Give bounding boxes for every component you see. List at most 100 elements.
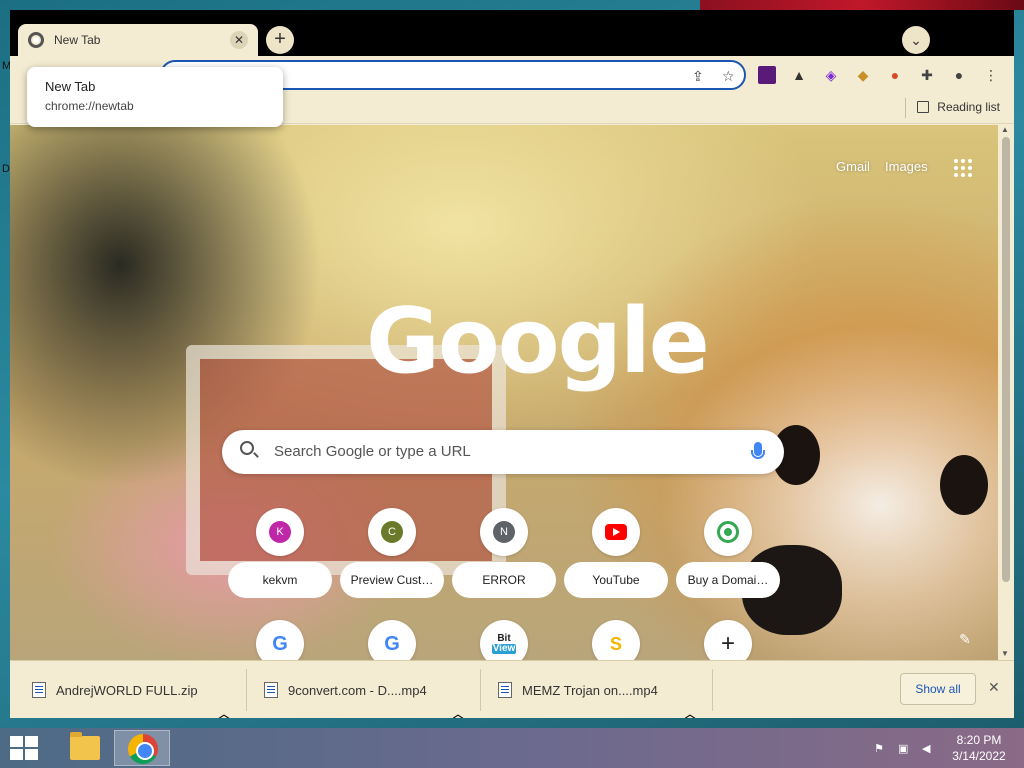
download-filename: 9convert.com - D....mp4 xyxy=(288,682,427,698)
google-icon: G xyxy=(272,632,288,655)
scroll-down-arrow-icon[interactable]: ▼ xyxy=(1001,649,1009,658)
video-file-icon xyxy=(498,682,512,698)
download-item[interactable]: AndrejWORLD FULL.zip xyxy=(32,661,198,718)
divider xyxy=(905,98,907,118)
search-box[interactable]: Search Google or type a URL xyxy=(222,430,784,474)
shortcut-icon-circle xyxy=(704,508,752,556)
video-file-icon xyxy=(264,682,278,698)
tab-strip: New Tab ✕ + ⌄ xyxy=(10,10,1014,56)
shortcut-s[interactable]: S xyxy=(564,620,668,660)
scroll-up-arrow-icon[interactable]: ▲ xyxy=(1001,125,1009,134)
shortcut-label: kekvm xyxy=(228,562,332,598)
divider xyxy=(712,669,713,711)
images-link[interactable]: Images xyxy=(885,159,928,174)
background-dog-eye xyxy=(940,455,988,515)
shortcut-label: Preview Cust… xyxy=(340,562,444,598)
clock-date: 3/14/2022 xyxy=(952,749,1006,763)
tab-new-tab[interactable]: New Tab ✕ xyxy=(18,24,258,56)
shortcut-icon-circle: S xyxy=(592,620,640,660)
google-icon: G xyxy=(384,632,400,655)
extension-invader-icon[interactable]: ◈ xyxy=(822,66,840,84)
folder-icon xyxy=(70,732,100,760)
shortcut-icon-circle: K xyxy=(256,508,304,556)
download-options-chevron-icon[interactable]: ︿ xyxy=(450,683,466,718)
extension-doge-icon[interactable]: ◆ xyxy=(854,66,872,84)
download-item[interactable]: 9convert.com - D....mp4 xyxy=(264,661,427,718)
hover-card-url: chrome://newtab xyxy=(45,99,134,113)
taskbar: ⚑ ▣ ◀ 8:20 PM 3/14/2022 xyxy=(0,728,1024,768)
google-logo: Google xyxy=(366,289,710,394)
share-icon[interactable]: ⇪ xyxy=(692,68,704,85)
browser-window: New Tab ✕ + ⌄ ⇪ ☆ ▲ ◈ ◆ ● ✚ ● ⋮ Reading … xyxy=(10,10,1014,718)
add-shortcut-button[interactable]: + xyxy=(676,620,780,660)
action-center-flag-icon[interactable]: ⚑ xyxy=(874,742,888,755)
vertical-scrollbar[interactable]: ▲ ▼ xyxy=(998,125,1014,660)
shortcut-icon-circle: G xyxy=(368,620,416,660)
shortcut-icon-circle: Bit View xyxy=(480,620,528,660)
shortcut-label: Buy a Domai… xyxy=(676,562,780,598)
new-tab-button[interactable]: + xyxy=(266,26,294,54)
tab-hover-card: New Tab chrome://newtab xyxy=(27,67,283,127)
microphone-icon[interactable] xyxy=(751,442,765,459)
shortcut-icon-circle: N xyxy=(480,508,528,556)
shortcut-bitview[interactable]: Bit View xyxy=(452,620,556,660)
search-icon xyxy=(240,441,254,455)
download-filename: AndrejWORLD FULL.zip xyxy=(56,682,198,698)
reading-list-button[interactable]: Reading list xyxy=(905,98,1000,118)
shortcut-kekvm[interactable]: K kekvm xyxy=(228,508,332,598)
chrome-icon xyxy=(128,734,158,764)
system-clock[interactable]: 8:20 PM 3/14/2022 xyxy=(944,732,1014,764)
tab-title: New Tab xyxy=(54,33,101,47)
download-item[interactable]: MEMZ Trojan on....mp4 xyxy=(498,661,658,718)
close-icon[interactable]: ✕ xyxy=(230,31,248,49)
download-options-chevron-icon[interactable]: ︿ xyxy=(682,683,698,718)
bookmark-star-icon[interactable]: ☆ xyxy=(722,68,735,85)
download-shelf: AndrejWORLD FULL.zip ︿ 9convert.com - D.… xyxy=(10,660,1014,718)
shortcut-error[interactable]: N ERROR xyxy=(452,508,556,598)
extension-icon-1[interactable] xyxy=(758,66,776,84)
customize-pencil-icon[interactable]: ✎ xyxy=(956,631,974,649)
download-filename: MEMZ Trojan on....mp4 xyxy=(522,682,658,698)
desktop-icon-label[interactable]: D xyxy=(2,163,10,175)
extensions-puzzle-icon[interactable]: ✚ xyxy=(918,66,936,84)
shortcut-icon-circle: C xyxy=(368,508,416,556)
chrome-favicon-icon xyxy=(28,32,44,48)
extension-hat-icon[interactable]: ▲ xyxy=(790,66,808,84)
shortcut-google-2[interactable]: G xyxy=(340,620,444,660)
file-explorer-taskbar-button[interactable] xyxy=(56,730,112,766)
show-all-button[interactable]: Show all xyxy=(900,673,976,705)
download-options-chevron-icon[interactable]: ︿ xyxy=(216,683,232,718)
shortcut-buy-a-domain[interactable]: Buy a Domai… xyxy=(676,508,780,598)
reading-list-icon xyxy=(917,101,930,113)
zip-file-icon xyxy=(32,682,46,698)
divider xyxy=(480,669,481,711)
domain-icon xyxy=(717,521,739,543)
shortcut-icon-circle xyxy=(592,508,640,556)
scrollbar-thumb[interactable] xyxy=(1002,137,1010,582)
hover-card-title: New Tab xyxy=(45,79,96,94)
shortcut-google-1[interactable]: G xyxy=(228,620,332,660)
bitview-icon: Bit View xyxy=(491,633,517,654)
apps-grid-icon[interactable] xyxy=(954,159,972,177)
close-shelf-icon[interactable]: ✕ xyxy=(988,679,1000,696)
profile-icon[interactable]: ● xyxy=(950,66,968,84)
shortcut-label: YouTube xyxy=(564,562,668,598)
gmail-link[interactable]: Gmail xyxy=(836,159,870,174)
shortcut-youtube[interactable]: YouTube xyxy=(564,508,668,598)
shortcut-letter-icon: C xyxy=(381,521,403,543)
shortcut-letter-icon: N xyxy=(493,521,515,543)
shortcut-label: ERROR xyxy=(452,562,556,598)
shortcut-icon-circle: G xyxy=(256,620,304,660)
menu-kebab-icon[interactable]: ⋮ xyxy=(982,66,1000,84)
volume-muted-icon[interactable]: ◀ xyxy=(922,742,936,755)
tab-search-button[interactable]: ⌄ xyxy=(902,26,930,54)
s-icon: S xyxy=(609,633,622,654)
search-placeholder: Search Google or type a URL xyxy=(274,443,471,460)
shortcut-letter-icon: K xyxy=(269,521,291,543)
network-icon[interactable]: ▣ xyxy=(898,742,912,755)
windows-start-icon[interactable] xyxy=(10,736,38,760)
new-tab-page: Gmail Images Google Search Google or typ… xyxy=(10,125,998,660)
extension-color-icon[interactable]: ● xyxy=(886,66,904,84)
chrome-taskbar-button[interactable] xyxy=(114,730,170,766)
shortcut-preview-cust[interactable]: C Preview Cust… xyxy=(340,508,444,598)
